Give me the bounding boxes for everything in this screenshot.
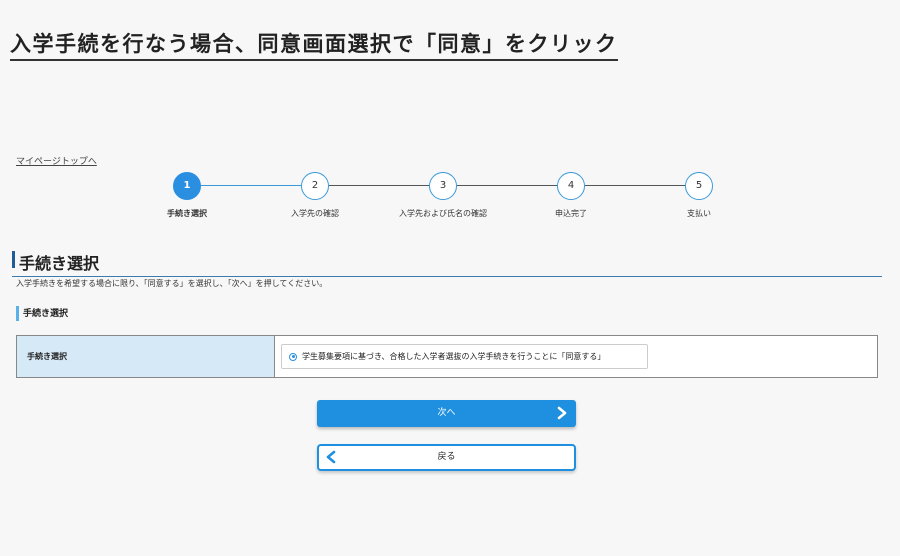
step-1-circle: 1 — [173, 172, 201, 200]
step-2-label: 入学先の確認 — [291, 209, 339, 218]
step-connector-1 — [201, 185, 301, 186]
section-title: 手続き選択 — [12, 250, 882, 277]
chevron-left-icon — [326, 450, 336, 464]
agree-radio-option[interactable]: 学生募集要項に基づき、合格した入学者選抜の入学手続きを行うことに「同意する」 — [281, 344, 648, 369]
page-heading: 入学手続を行なう場合、同意画面選択で「同意」をクリック — [10, 28, 618, 61]
chevron-right-icon — [557, 406, 567, 420]
sub-section-title: 手続き選択 — [16, 306, 68, 321]
procedure-form-table: 手続き選択 学生募集要項に基づき、合格した入学者選抜の入学手続きを行うことに「同… — [16, 335, 878, 378]
step-connector-4 — [585, 185, 685, 186]
back-button-label: 戻る — [437, 452, 456, 462]
agree-radio-button[interactable] — [289, 352, 297, 361]
step-connector-2 — [329, 185, 429, 186]
progress-stepper: 1 2 3 4 5 手続き選択 入学先の確認 入学先および氏名の確認 申込完了 … — [0, 172, 900, 222]
agree-radio-label: 学生募集要項に基づき、合格した入学者選抜の入学手続きを行うことに「同意する」 — [302, 352, 606, 361]
form-label-cell: 手続き選択 — [17, 336, 275, 377]
step-4-label: 申込完了 — [555, 209, 587, 218]
step-5-circle: 5 — [685, 172, 713, 200]
mypage-top-link[interactable]: マイページトップへ — [16, 154, 97, 167]
step-4-circle: 4 — [557, 172, 585, 200]
step-1-label: 手続き選択 — [167, 209, 207, 218]
step-3-label: 入学先および氏名の確認 — [399, 209, 487, 218]
instruction-text: 入学手続きを希望する場合に限り、「同意する」を選択し、「次へ」を押してください。 — [16, 279, 328, 288]
form-value-cell: 学生募集要項に基づき、合格した入学者選抜の入学手続きを行うことに「同意する」 — [275, 336, 877, 377]
step-3-circle: 3 — [429, 172, 457, 200]
step-2-circle: 2 — [301, 172, 329, 200]
step-5-label: 支払い — [687, 209, 711, 218]
back-button[interactable]: 戻る — [317, 444, 576, 471]
step-connector-3 — [457, 185, 557, 186]
next-button[interactable]: 次へ — [317, 400, 576, 427]
next-button-label: 次へ — [437, 408, 456, 418]
